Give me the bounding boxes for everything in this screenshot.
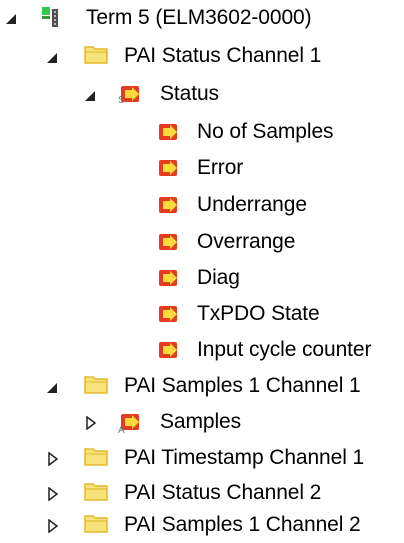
tree-item-label: Samples bbox=[160, 410, 242, 433]
tree-item-diag[interactable]: Diag bbox=[0, 260, 404, 296]
expand-arrow-icon[interactable] bbox=[46, 452, 60, 466]
tree-item-no-of-samples[interactable]: No of Samples bbox=[0, 114, 404, 150]
tree-item-pai-samples-1-channel-2[interactable]: PAI Samples 1 Channel 2 bbox=[0, 507, 404, 543]
tree-item-label: Diag bbox=[197, 266, 240, 289]
tree-item-label: PAI Samples 1 Channel 2 bbox=[124, 513, 361, 536]
tree-item-status[interactable]: S Status bbox=[0, 76, 404, 112]
tree-item-label: Input cycle counter bbox=[197, 338, 372, 361]
terminal-module-icon bbox=[42, 7, 58, 27]
tree-item-overrange[interactable]: Overrange bbox=[0, 224, 404, 260]
tree-item-error[interactable]: Error bbox=[0, 150, 404, 186]
tree-item-input-cycle-counter[interactable]: Input cycle counter bbox=[0, 332, 404, 368]
folder-icon bbox=[84, 515, 108, 533]
input-variable-icon bbox=[159, 342, 177, 358]
expand-arrow-icon[interactable] bbox=[46, 519, 60, 533]
expand-arrow-icon[interactable] bbox=[84, 416, 98, 430]
tree-item-label: Overrange bbox=[197, 230, 296, 253]
folder-icon bbox=[84, 483, 108, 501]
collapse-arrow-icon[interactable] bbox=[84, 89, 98, 103]
collapse-arrow-icon[interactable] bbox=[5, 12, 19, 26]
device-tree: Term 5 (ELM3602-0000) PAI Status Channel… bbox=[0, 0, 404, 543]
tree-item-pai-status-channel-1[interactable]: PAI Status Channel 1 bbox=[0, 38, 404, 74]
tree-item-label: Underrange bbox=[197, 193, 307, 216]
collapse-arrow-icon[interactable] bbox=[46, 381, 60, 395]
struct-badge: S bbox=[118, 95, 125, 106]
tree-item-pai-samples-1-channel-1[interactable]: PAI Samples 1 Channel 1 bbox=[0, 368, 404, 404]
tree-item-label: TxPDO State bbox=[197, 302, 320, 325]
tree-item-label: PAI Timestamp Channel 1 bbox=[124, 446, 365, 469]
array-badge: A bbox=[118, 425, 125, 436]
tree-item-pai-timestamp-channel-1[interactable]: PAI Timestamp Channel 1 bbox=[0, 440, 404, 476]
input-variable-icon bbox=[159, 124, 177, 140]
input-variable-icon bbox=[159, 270, 177, 286]
tree-item-label: PAI Samples 1 Channel 1 bbox=[124, 374, 361, 397]
tree-item-label: Status bbox=[160, 82, 219, 105]
input-variable-icon bbox=[159, 234, 177, 250]
tree-item-txpdo-state[interactable]: TxPDO State bbox=[0, 296, 404, 332]
folder-icon bbox=[84, 376, 108, 394]
tree-item-label: No of Samples bbox=[197, 120, 334, 143]
tree-item-underrange[interactable]: Underrange bbox=[0, 187, 404, 223]
tree-item-term-5[interactable]: Term 5 (ELM3602-0000) bbox=[0, 0, 404, 36]
collapse-arrow-icon[interactable] bbox=[46, 51, 60, 65]
folder-icon bbox=[84, 448, 108, 466]
input-variable-icon bbox=[159, 160, 177, 176]
tree-item-pai-status-channel-2[interactable]: PAI Status Channel 2 bbox=[0, 475, 404, 511]
tree-item-label: Term 5 (ELM3602-0000) bbox=[86, 6, 312, 29]
tree-item-label: Error bbox=[197, 156, 244, 179]
tree-item-label: PAI Status Channel 2 bbox=[124, 481, 322, 504]
tree-item-samples[interactable]: A Samples bbox=[0, 404, 404, 440]
input-variable-icon bbox=[159, 197, 177, 213]
tree-item-label: PAI Status Channel 1 bbox=[124, 44, 322, 67]
expand-arrow-icon[interactable] bbox=[46, 487, 60, 501]
folder-icon bbox=[84, 46, 108, 64]
input-variable-icon bbox=[159, 306, 177, 322]
